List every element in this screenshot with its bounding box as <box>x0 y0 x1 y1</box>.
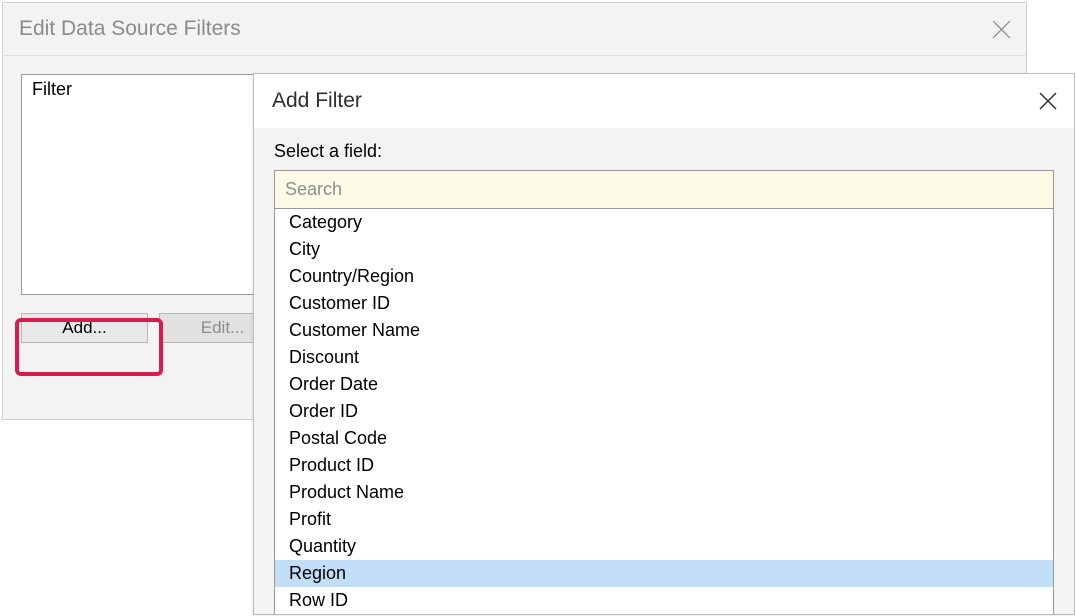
field-item[interactable]: Postal Code <box>275 425 1053 452</box>
add-button[interactable]: Add... <box>21 313 148 343</box>
add-filter-dialog: Add Filter Select a field: CategoryCityC… <box>253 73 1075 615</box>
close-icon[interactable] <box>991 19 1012 40</box>
field-item[interactable]: Region <box>275 560 1053 587</box>
dialog-titlebar: Edit Data Source Filters <box>3 3 1026 56</box>
field-item[interactable]: Quantity <box>275 533 1053 560</box>
select-field-label: Select a field: <box>274 141 1054 162</box>
field-item[interactable]: Row ID <box>275 587 1053 614</box>
field-item[interactable]: Product ID <box>275 452 1053 479</box>
field-item[interactable]: City <box>275 236 1053 263</box>
field-panel: CategoryCityCountry/RegionCustomer IDCus… <box>274 170 1054 614</box>
field-item[interactable]: Customer Name <box>275 317 1053 344</box>
field-item[interactable]: Order ID <box>275 398 1053 425</box>
field-item[interactable]: Product Name <box>275 479 1053 506</box>
dialog-title: Edit Data Source Filters <box>19 17 241 41</box>
field-list[interactable]: CategoryCityCountry/RegionCustomer IDCus… <box>275 209 1053 614</box>
close-icon[interactable] <box>1038 91 1058 111</box>
dialog-title: Add Filter <box>272 89 362 113</box>
search-box <box>275 171 1053 209</box>
field-item[interactable]: Discount <box>275 344 1053 371</box>
dialog-titlebar: Add Filter <box>254 74 1074 128</box>
field-item[interactable]: Order Date <box>275 371 1053 398</box>
field-item[interactable]: Profit <box>275 506 1053 533</box>
field-item[interactable]: Country/Region <box>275 263 1053 290</box>
field-item[interactable]: Customer ID <box>275 290 1053 317</box>
dialog-body: Select a field: CategoryCityCountry/Regi… <box>254 128 1074 614</box>
field-item[interactable]: Category <box>275 209 1053 236</box>
search-input[interactable] <box>275 171 1053 208</box>
